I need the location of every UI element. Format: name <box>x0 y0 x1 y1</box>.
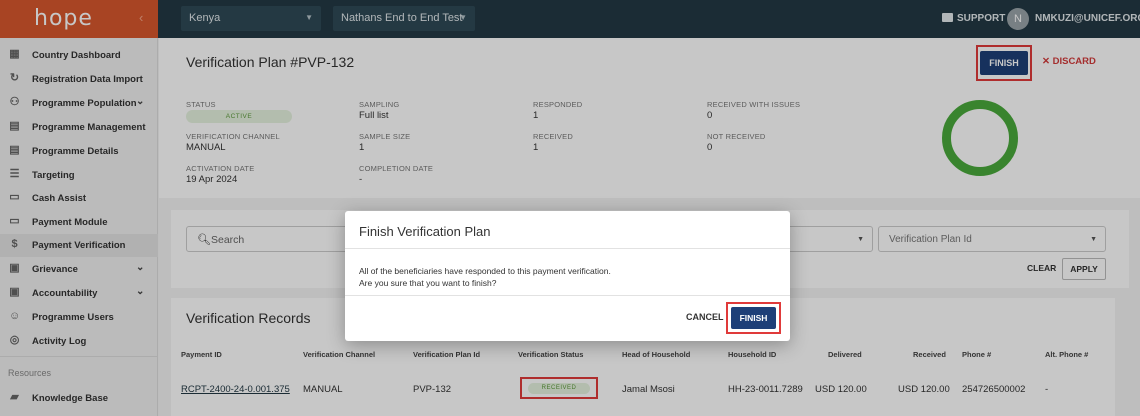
dialog-question: Are you sure that you want to finish? <box>359 278 497 288</box>
dialog-message: All of the beneficiaries have responded … <box>359 266 611 276</box>
dialog-divider <box>345 295 790 296</box>
cancel-button[interactable]: CANCEL <box>686 312 724 322</box>
dialog-divider <box>345 248 790 249</box>
confirm-finish-button[interactable]: FINISH <box>731 307 776 329</box>
modal-backdrop[interactable] <box>0 0 1140 416</box>
finish-verification-dialog: Finish Verification Plan All of the bene… <box>345 211 790 341</box>
dialog-title: Finish Verification Plan <box>359 224 491 239</box>
